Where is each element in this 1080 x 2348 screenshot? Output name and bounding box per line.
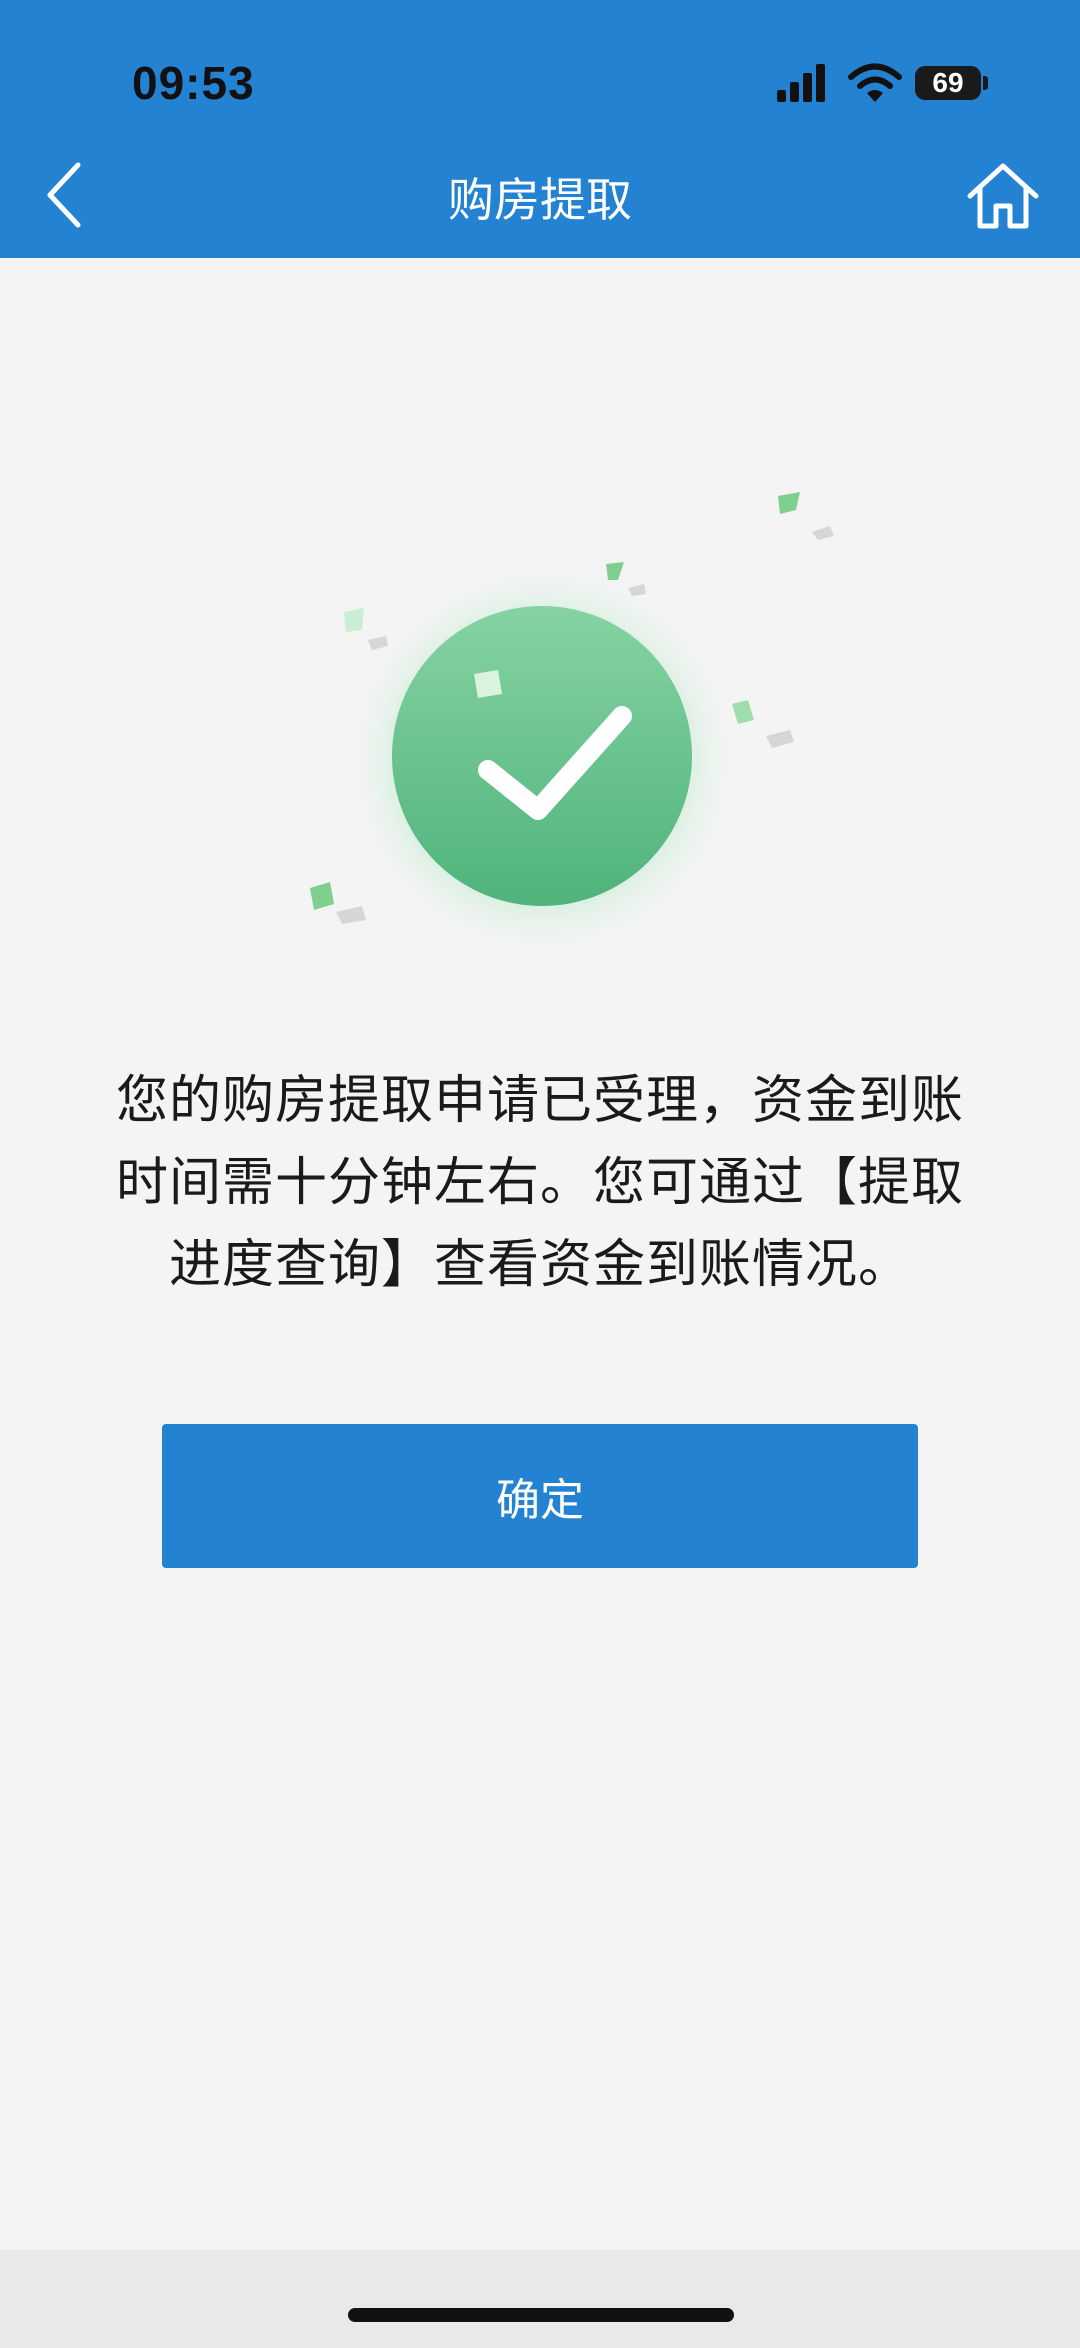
message-line-3: 进度查询】查看资金到账情况。 [168,1235,911,1295]
success-message: 您的购房提取申请已受理，资金到账 时间需十分钟左右。您可通过【提取 进度查询】查… [78,1060,1002,1306]
app-header: 09:53 69 购房提取 [0,0,1080,258]
success-circle [392,606,692,906]
confirm-button[interactable]: 确定 [162,1424,918,1568]
bottom-safe-area [0,2250,1080,2348]
cellular-signal-icon [777,64,825,102]
home-button[interactable] [964,158,1042,234]
status-time: 09:53 [132,57,255,109]
message-line-2: 时间需十分钟左右。您可通过【提取 [115,1153,964,1213]
wifi-icon [848,63,902,102]
page-title: 购房提取 [448,173,632,227]
message-line-1: 您的购房提取申请已受理，资金到账 [115,1071,964,1131]
success-graphic [310,492,834,950]
success-screen: 09:53 69 购房提取 您的购房提取申请已受理，资金到账 时间需十分钟左右。… [0,0,1080,2348]
home-indicator[interactable] [348,2308,734,2322]
success-illustration [290,480,850,950]
status-icons: 69 [775,62,995,106]
battery-nub [983,76,988,90]
home-icon [967,163,1039,229]
battery-icon: 69 [915,66,981,100]
